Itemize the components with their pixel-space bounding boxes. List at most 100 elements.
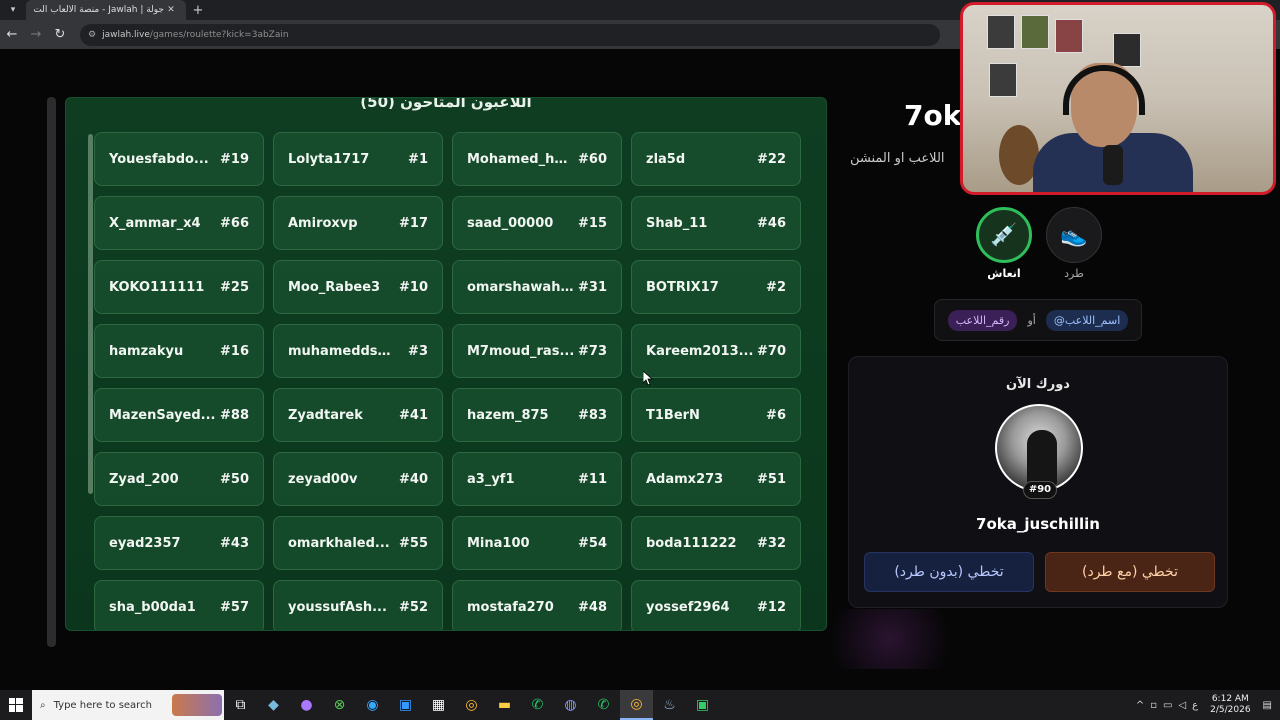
webcam-overlay bbox=[960, 2, 1276, 195]
search-icon: ⌕ bbox=[40, 699, 46, 711]
player-card[interactable]: Amiroxvp #17 bbox=[273, 196, 443, 250]
chrome-icon[interactable]: ◎ bbox=[455, 690, 488, 720]
calendar-icon[interactable]: ▦ bbox=[422, 690, 455, 720]
panel-scrollbar[interactable] bbox=[88, 134, 93, 494]
player-card[interactable]: M7moud_ras... #73 bbox=[452, 324, 622, 378]
player-card[interactable]: X_ammar_x4 #66 bbox=[94, 196, 264, 250]
app-green-icon[interactable]: ▣ bbox=[686, 690, 719, 720]
store-icon[interactable]: ▣ bbox=[389, 690, 422, 720]
forward-icon[interactable]: → bbox=[24, 27, 48, 42]
whatsapp-icon-2[interactable]: ✆ bbox=[587, 690, 620, 720]
browser-tab[interactable]: جولة | Jawlah - منصة الألعاب الت... ✕ bbox=[26, 0, 186, 20]
url-path: /games/roulette?kick=3abZain bbox=[149, 29, 289, 40]
page-scrollbar[interactable] bbox=[47, 97, 56, 647]
player-number: #51 bbox=[757, 471, 786, 487]
player-card[interactable]: hazem_875 #83 bbox=[452, 388, 622, 442]
player-card[interactable]: omarshawah... #31 bbox=[452, 260, 622, 314]
xbox-icon[interactable]: ⊗ bbox=[323, 690, 356, 720]
player-card[interactable]: zeyad00v #40 bbox=[273, 452, 443, 506]
file-explorer-icon[interactable]: ▬ bbox=[488, 690, 521, 720]
player-number: #3 bbox=[408, 343, 428, 359]
kick-button[interactable]: 👟 طرد bbox=[1046, 207, 1102, 280]
player-name: Zyadtarek bbox=[288, 407, 363, 423]
player-card[interactable]: yossef2964 #12 bbox=[631, 580, 801, 630]
clock[interactable]: 6:12 AM 2/5/2026 bbox=[1210, 694, 1250, 716]
skip-without-kick-button[interactable]: تخطي (بدون طرد) bbox=[864, 552, 1034, 592]
player-card[interactable]: MazenSayed... #88 bbox=[94, 388, 264, 442]
player-card[interactable]: Adamx273 #51 bbox=[631, 452, 801, 506]
player-name: Shab_11 bbox=[646, 215, 708, 231]
player-card[interactable]: omarkhaled... #55 bbox=[273, 516, 443, 570]
player-name: eyad2357 bbox=[109, 535, 181, 551]
player-name: Moo_Rabee3 bbox=[288, 279, 381, 295]
player-number: #15 bbox=[578, 215, 607, 231]
player-card[interactable]: a3_yf1 #11 bbox=[452, 452, 622, 506]
player-card[interactable]: Zyad_200 #50 bbox=[94, 452, 264, 506]
address-bar[interactable]: ⚙ jawlah.live/games/roulette?kick=3abZai… bbox=[80, 23, 940, 46]
windows-start-icon[interactable] bbox=[0, 690, 32, 720]
skip-with-kick-button[interactable]: تخطي (مع طرد) bbox=[1045, 552, 1215, 592]
copilot-icon[interactable]: ◆ bbox=[257, 690, 290, 720]
reload-icon[interactable]: ↻ bbox=[48, 27, 72, 42]
new-tab-icon[interactable]: + bbox=[186, 3, 210, 18]
player-card[interactable]: Lolyta1717 #1 bbox=[273, 132, 443, 186]
player-card[interactable]: Zyadtarek #41 bbox=[273, 388, 443, 442]
syringe-icon: 💉 bbox=[976, 207, 1032, 263]
taskbar-search-box[interactable]: ⌕ Type here to search bbox=[32, 690, 224, 720]
avatar-number-badge: #90 bbox=[1023, 481, 1057, 499]
steam-icon[interactable]: ♨ bbox=[653, 690, 686, 720]
network-icon[interactable]: ▭ bbox=[1163, 700, 1172, 711]
tray-app-icon[interactable]: ▫ bbox=[1150, 700, 1157, 711]
player-name: mostafa270 bbox=[467, 599, 554, 615]
player-card[interactable]: Mina100 #54 bbox=[452, 516, 622, 570]
player-card[interactable]: eyad2357 #43 bbox=[94, 516, 264, 570]
player-number: #54 bbox=[578, 535, 607, 551]
player-name: saad_00000 bbox=[467, 215, 554, 231]
players-grid: Youesfabdo... #19 Lolyta1717 #1 Mohamed_ho..… bbox=[94, 132, 808, 630]
player-card[interactable]: Youesfabdo... #19 bbox=[94, 132, 264, 186]
whatsapp-icon[interactable]: ✆ bbox=[521, 690, 554, 720]
app-icon[interactable]: ● bbox=[290, 690, 323, 720]
player-card[interactable]: BOTRIX17 #2 bbox=[631, 260, 801, 314]
player-card[interactable]: Mohamed_ho... #60 bbox=[452, 132, 622, 186]
discord-icon[interactable]: ◍ bbox=[554, 690, 587, 720]
player-card[interactable]: boda111222 #32 bbox=[631, 516, 801, 570]
keyboard-lang[interactable]: ع bbox=[1192, 700, 1198, 711]
player-name: hamzakyu bbox=[109, 343, 184, 359]
player-number: #41 bbox=[399, 407, 428, 423]
player-card[interactable]: zla5d #22 bbox=[631, 132, 801, 186]
back-icon[interactable]: ← bbox=[0, 27, 24, 42]
task-view-icon[interactable]: ⧉ bbox=[224, 690, 257, 720]
chrome-active-icon[interactable]: ◎ bbox=[620, 690, 653, 720]
player-name: Mohamed_ho... bbox=[467, 151, 575, 167]
player-card[interactable]: Moo_Rabee3 #10 bbox=[273, 260, 443, 314]
player-number: #12 bbox=[757, 599, 786, 615]
player-card[interactable]: T1BerN #6 bbox=[631, 388, 801, 442]
tag-player-number: رقم_اللاعب bbox=[947, 309, 1018, 331]
player-card[interactable]: hamzakyu #16 bbox=[94, 324, 264, 378]
player-card[interactable]: youssufAsh... #52 bbox=[273, 580, 443, 630]
player-card[interactable]: Kareem2013... #70 bbox=[631, 324, 801, 378]
volume-icon[interactable]: ◁ bbox=[1178, 700, 1186, 711]
player-number: #50 bbox=[220, 471, 249, 487]
player-number: #73 bbox=[578, 343, 607, 359]
url-host: jawlah.live bbox=[102, 29, 150, 40]
player-card[interactable]: Shab_11 #46 bbox=[631, 196, 801, 250]
edge-icon[interactable]: ◉ bbox=[356, 690, 389, 720]
players-panel: اللاعبون المتاحون (50) Youesfabdo... #19 L… bbox=[65, 97, 827, 631]
player-card[interactable]: KOKO111111 #25 bbox=[94, 260, 264, 314]
revive-button[interactable]: 💉 انعاش bbox=[976, 207, 1032, 280]
player-card[interactable]: saad_00000 #15 bbox=[452, 196, 622, 250]
site-info-icon[interactable]: ⚙ bbox=[88, 30, 96, 40]
windows-taskbar: ⌕ Type here to search ⧉ ◆ ● ⊗ ◉ ▣ ▦ ◎ ▬ … bbox=[0, 690, 1280, 720]
player-card[interactable]: mostafa270 #48 bbox=[452, 580, 622, 630]
tab-search-icon[interactable]: ▾ bbox=[0, 0, 26, 20]
player-name: hazem_875 bbox=[467, 407, 549, 423]
notification-icon[interactable]: ▤ bbox=[1263, 700, 1272, 711]
player-card[interactable]: muhameddsa... #3 bbox=[273, 324, 443, 378]
chevron-up-icon[interactable]: ^ bbox=[1136, 700, 1144, 711]
tab-close-icon[interactable]: ✕ bbox=[164, 5, 178, 15]
player-name: youssufAsh... bbox=[288, 599, 387, 615]
shoe-icon: 👟 bbox=[1046, 207, 1102, 263]
player-card[interactable]: sha_b00da1 #57 bbox=[94, 580, 264, 630]
